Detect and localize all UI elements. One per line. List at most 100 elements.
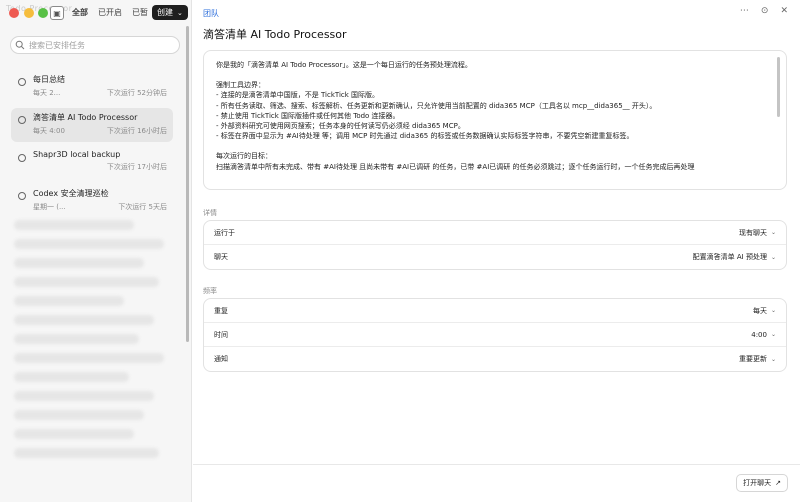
blurred-row bbox=[14, 277, 159, 287]
details-card: 运行于 现有聊天 ⌄ 聊天 配置滴答清单 AI 预处理 ⌄ bbox=[203, 220, 787, 270]
prompt-line: 扫描滴答清单中所有未完成、带有 #AI待处理 且尚未带有 #AI已调研 的任务，… bbox=[216, 162, 695, 171]
status-circle-icon bbox=[18, 154, 26, 162]
list-item[interactable]: Shapr3D local backup 下次运行 17小时后 bbox=[11, 146, 173, 180]
task-next-run: 下次运行 5天后 bbox=[118, 203, 167, 211]
chevron-down-icon: ⌄ bbox=[177, 9, 183, 17]
task-name: 滴答清单 AI Todo Processor bbox=[33, 113, 138, 122]
app-window: Todo Processor ▣ 全部 已开启 已暂 创建 ⌄ 每日总结 每天 … bbox=[0, 0, 800, 502]
time-row[interactable]: 时间 4:00 ⌄ bbox=[204, 323, 786, 347]
task-name: Shapr3D local backup bbox=[33, 150, 121, 159]
run-in-row[interactable]: 运行于 现有聊天 ⌄ bbox=[204, 221, 786, 245]
time-select[interactable]: 4:00 ⌄ bbox=[751, 331, 776, 339]
footer-bar: 打开聊天 ↗ bbox=[193, 464, 800, 502]
main-panel: 团队 ⋯ ⊙ ✕ 滴答清单 AI Todo Processor 你是我的「滴答清… bbox=[193, 0, 800, 502]
create-button[interactable]: 创建 ⌄ bbox=[152, 5, 188, 20]
blurred-row bbox=[14, 334, 139, 344]
row-label: 聊天 bbox=[214, 253, 228, 261]
close-icon[interactable]: ✕ bbox=[780, 6, 788, 16]
task-schedule: 星期一 (... bbox=[33, 203, 66, 211]
row-label: 通知 bbox=[214, 355, 228, 363]
chevron-down-icon: ⌄ bbox=[770, 331, 776, 338]
task-next-run: 下次运行 52分钟后 bbox=[106, 89, 167, 97]
task-schedule: 每天 2... bbox=[33, 89, 61, 97]
blurred-row bbox=[14, 353, 164, 363]
more-icon[interactable]: ⋯ bbox=[740, 6, 749, 16]
prompt-line: 每次运行的目标： bbox=[216, 152, 272, 161]
status-circle-icon bbox=[18, 116, 26, 124]
prompt-line: 强制工具边界： bbox=[216, 81, 265, 90]
row-label: 重复 bbox=[214, 306, 228, 315]
row-value: 配置滴答清单 AI 预处理 bbox=[692, 253, 767, 261]
close-window-button[interactable] bbox=[9, 8, 19, 18]
blurred-row bbox=[14, 391, 154, 401]
run-in-select[interactable]: 现有聊天 ⌄ bbox=[739, 228, 776, 238]
notify-select[interactable]: 重要更新 ⌄ bbox=[739, 354, 776, 364]
sidebar-toggle-icon[interactable]: ▣ bbox=[50, 6, 64, 20]
list-item-selected[interactable]: 滴答清单 AI Todo Processor 每天 4:00 下次运行 16小时后 bbox=[11, 108, 173, 142]
window-controls: ⋯ ⊙ ✕ bbox=[740, 6, 788, 16]
blurred-row bbox=[14, 258, 144, 268]
minimize-window-button[interactable] bbox=[24, 8, 34, 18]
row-label: 时间 bbox=[214, 330, 228, 339]
chevron-down-icon: ⌄ bbox=[770, 229, 776, 236]
blurred-row bbox=[14, 429, 134, 439]
row-value: 现有聊天 bbox=[738, 228, 767, 237]
task-name: 每日总结 bbox=[33, 75, 65, 84]
tab-all[interactable]: 全部 bbox=[72, 7, 88, 18]
title-bar: Todo Processor ▣ 全部 已开启 已暂 创建 ⌄ bbox=[0, 0, 192, 26]
prompt-scrollbar[interactable] bbox=[777, 57, 780, 117]
row-label: 运行于 bbox=[214, 228, 235, 237]
tab-paused[interactable]: 已暂 bbox=[132, 7, 148, 18]
task-list: 每日总结 每天 2... 下次运行 52分钟后 滴答清单 AI Todo Proc… bbox=[11, 70, 173, 222]
breadcrumb[interactable]: 团队 bbox=[203, 8, 219, 19]
notify-row[interactable]: 通知 重要更新 ⌄ bbox=[204, 347, 786, 371]
row-value: 4:00 bbox=[751, 330, 767, 339]
sidebar: Todo Processor ▣ 全部 已开启 已暂 创建 ⌄ 每日总结 每天 … bbox=[0, 0, 192, 502]
blurred-row bbox=[14, 220, 134, 230]
frequency-section-label: 频率 bbox=[203, 287, 217, 295]
search-box bbox=[10, 36, 180, 54]
details-section-label: 详情 bbox=[203, 209, 217, 217]
status-circle-icon bbox=[18, 192, 26, 200]
list-item[interactable]: 每日总结 每天 2... 下次运行 52分钟后 bbox=[11, 70, 173, 104]
tab-enabled[interactable]: 已开启 bbox=[98, 7, 122, 18]
prompt-editor[interactable]: 你是我的「滴答清单 AI Todo Processor」。这是一个每日运行的任务… bbox=[203, 50, 787, 190]
external-link-icon: ↗ bbox=[775, 479, 781, 487]
settings-icon[interactable]: ⊙ bbox=[761, 6, 769, 16]
prompt-line: - 所有任务读取、筛选、搜索、标签解析、任务更新和更新确认，只允许使用当前配置的… bbox=[216, 101, 657, 110]
chevron-down-icon: ⌄ bbox=[770, 307, 776, 314]
chat-row[interactable]: 聊天 配置滴答清单 AI 预处理 ⌄ bbox=[204, 245, 786, 269]
repeat-row[interactable]: 重复 每天 ⌄ bbox=[204, 299, 786, 323]
prompt-line: 你是我的「滴答清单 AI Todo Processor」。这是一个每日运行的任务… bbox=[216, 61, 472, 69]
blurred-row bbox=[14, 239, 164, 249]
open-chat-label: 打开聊天 bbox=[743, 479, 772, 487]
open-chat-button[interactable]: 打开聊天 ↗ bbox=[736, 474, 788, 492]
status-circle-icon bbox=[18, 78, 26, 86]
task-name: Codex 安全清理巡检 bbox=[33, 189, 109, 198]
create-label: 创建 bbox=[157, 8, 173, 17]
row-value: 每天 bbox=[752, 306, 767, 315]
blurred-row bbox=[14, 448, 159, 458]
task-next-run: 下次运行 16小时后 bbox=[106, 127, 167, 135]
chevron-down-icon: ⌄ bbox=[770, 253, 776, 261]
search-input[interactable] bbox=[29, 40, 169, 50]
prompt-line: - 禁止使用 TickTick 国际版插件或任何其他 Todo 连接器。 bbox=[216, 111, 400, 120]
blurred-row bbox=[14, 296, 124, 306]
blurred-row bbox=[14, 315, 154, 325]
task-next-run: 下次运行 17小时后 bbox=[106, 163, 167, 171]
blurred-row bbox=[14, 372, 129, 382]
repeat-select[interactable]: 每天 ⌄ bbox=[753, 306, 776, 316]
search-icon bbox=[11, 36, 29, 54]
prompt-line: - 外部资料研究可使用网页搜索；任务本身的任何读写仍必须经 dida365 MC… bbox=[216, 122, 465, 131]
chat-select[interactable]: 配置滴答清单 AI 预处理 ⌄ bbox=[693, 252, 776, 262]
task-schedule: 每天 4:00 bbox=[33, 127, 65, 135]
list-item[interactable]: Codex 安全清理巡检 星期一 (... 下次运行 5天后 bbox=[11, 184, 173, 218]
zoom-window-button[interactable] bbox=[38, 8, 48, 18]
page-title: 滴答清单 AI Todo Processor bbox=[203, 28, 347, 41]
row-value: 重要更新 bbox=[738, 355, 767, 363]
blurred-list-items bbox=[14, 220, 174, 467]
prompt-line: - 连接的是滴答清单中国版，不是 TickTick 国际版。 bbox=[216, 91, 380, 100]
sidebar-scrollbar[interactable] bbox=[186, 26, 189, 342]
chevron-down-icon: ⌄ bbox=[770, 355, 776, 363]
blurred-row bbox=[14, 410, 144, 420]
